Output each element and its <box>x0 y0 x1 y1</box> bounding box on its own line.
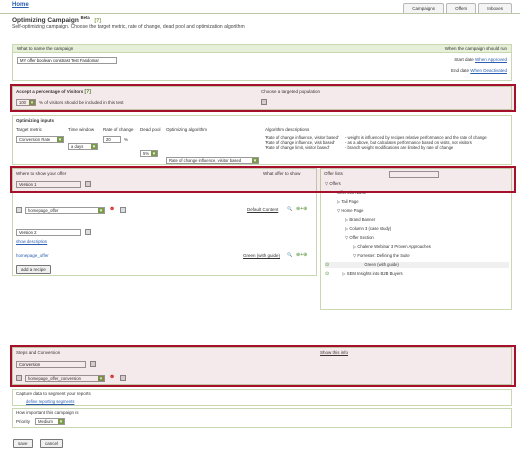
visitors-panel: Accept a percentage of Visitors [?] Choo… <box>12 86 512 110</box>
col-rate-label: Rate of change <box>103 127 134 132</box>
tab-inboxes[interactable]: Inboxes <box>478 3 512 13</box>
add-recipe-button[interactable]: add a recipe <box>16 265 51 274</box>
optimizing-inputs-label: Optimizing inputs <box>16 118 54 123</box>
trash-icon[interactable] <box>85 181 91 187</box>
tree-item-forrester[interactable]: ▽ Forrester: Defining the Suite <box>353 253 410 258</box>
version1-input[interactable]: Version 1 <box>16 181 81 188</box>
grid-icon[interactable] <box>120 207 126 213</box>
tree-item-offer-list-name[interactable]: Offer List Name <box>337 190 366 195</box>
offer-search-input[interactable] <box>389 171 439 178</box>
beta-badge: Beta <box>80 15 90 20</box>
page-subtitle: Self-optimizing campaign. Choose the tar… <box>12 24 245 30</box>
cancel-button[interactable]: cancel <box>40 439 64 448</box>
tree-item-green-guide[interactable]: ⊙ Green (with guide) <box>325 262 509 268</box>
algorithm-select[interactable]: Rate of change influence, visitor based <box>166 157 259 164</box>
segment-label: Capture data to segment your reports <box>16 391 91 396</box>
version2-input[interactable]: Version 2 <box>16 229 81 236</box>
start-date-link[interactable]: When Approved <box>475 57 507 62</box>
steps-panel: Steps and Conversion Show this info Conv… <box>12 347 512 385</box>
tree-item-tail-page[interactable]: ▷ Tail Page <box>337 199 359 204</box>
col-algo-label: Optimizing algorithm <box>166 127 208 132</box>
tree-item-offer-section[interactable]: ▽ Offer Section <box>345 235 374 240</box>
population-label: Choose a targeted population <box>261 89 321 94</box>
where-offer-panel: Where to show your offer What offer to s… <box>12 168 317 276</box>
tree-item-offers[interactable]: ▽ Offers <box>325 181 341 186</box>
offer1-select[interactable]: homepage_offer <box>25 207 105 214</box>
time-window-select[interactable]: a days <box>68 143 98 150</box>
show-description-link[interactable]: show description <box>16 239 47 244</box>
end-date-link[interactable]: When Deactivated <box>470 68 507 73</box>
col-dead-label: Dead pool <box>140 127 161 132</box>
visitors-label: Accept a percentage of Visitors [?] <box>16 89 91 95</box>
what-offer-label: What offer to show <box>263 171 301 176</box>
campaign-name-input[interactable]: MY offer boolean constrast Test Fandomar <box>17 57 117 64</box>
page-title: Optimizing Campaign Beta [?] <box>12 15 101 24</box>
steps-label: Steps and Conversion <box>16 350 61 355</box>
remove-icon[interactable]: ⊗ <box>110 206 114 212</box>
algo-desc-row: 'Rate of change limit, visitor based' - … <box>265 145 454 150</box>
end-date-row: End date When Deactivated <box>451 68 507 73</box>
settings-icon[interactable] <box>90 361 96 367</box>
define-segments-link[interactable]: define reporting segments <box>26 399 74 404</box>
col-desc-label: Algorithm descriptions <box>265 127 310 132</box>
algorithm-descriptions: 'Rate of change influence, visitor based… <box>265 135 509 150</box>
home-link[interactable]: Home <box>12 2 29 8</box>
target-metric-select[interactable]: Conversion Rate <box>16 136 64 143</box>
main-tabs: Campaigns Offers Inboxes <box>403 3 512 13</box>
offer-list-panel: Offer lists ▽ Offers Offer List Name ▷ T… <box>320 168 512 310</box>
green-guide-link[interactable]: Green (with guide) <box>243 253 280 258</box>
tree-item-brand-banner[interactable]: ▷ Brand Banner <box>345 217 375 222</box>
tab-campaigns[interactable]: Campaigns <box>403 3 445 13</box>
visitor-percent-select[interactable]: 100 <box>16 99 36 106</box>
tree-item-home-page[interactable]: ▽ Home Page <box>337 208 364 213</box>
priority-panel: How important this campaign is Priority … <box>12 408 512 428</box>
col-target-label: Target metric <box>16 127 43 132</box>
col-window-label: Time window <box>68 127 95 132</box>
trash-icon[interactable] <box>85 229 91 235</box>
offer2-text[interactable]: homepage_offer <box>16 253 49 258</box>
conversion-input[interactable]: Conversion <box>16 361 86 368</box>
tree-item-sem-insights[interactable]: ⊙ ▷ SEM Insights into B2B Buyers <box>325 271 403 277</box>
optimizing-inputs-panel: Optimizing inputs Target metric Time win… <box>12 115 512 165</box>
segment-panel: Capture data to segment your reports def… <box>12 389 512 406</box>
rate-of-change-input[interactable]: 20 <box>103 136 121 143</box>
save-button[interactable]: save <box>13 439 33 448</box>
offer-list-header: Offer lists <box>324 171 343 176</box>
show-info-link[interactable]: Show this info <box>320 350 348 355</box>
population-picker-icon[interactable] <box>261 99 267 105</box>
preview-icon[interactable]: 🔍 <box>287 206 292 212</box>
default-content-link[interactable]: Default Content <box>247 207 278 212</box>
help-icon[interactable]: [?] <box>84 89 90 95</box>
tree-item-column-3[interactable]: ▷ Column 3 (case study) <box>345 226 391 231</box>
end-date-label: End date <box>450 68 469 73</box>
campaign-run-label: When the campaign should run <box>444 46 507 51</box>
where-offer-label: Where to show your offer <box>16 171 67 176</box>
conversion-offer-select[interactable]: homepage_offer_conversion <box>25 375 105 382</box>
rate-unit: % <box>124 137 129 142</box>
checkbox-icon[interactable] <box>16 207 22 213</box>
campaign-name-label: What to name the campaign <box>17 46 74 51</box>
tree-item-chalene-webinar[interactable]: ▷ Chalene Webinar 3 Proven Approaches <box>353 244 431 249</box>
add-icon[interactable]: ⊕+⊕ <box>296 206 307 212</box>
campaign-name-header: What to name the campaign When the campa… <box>13 45 511 53</box>
grid-icon[interactable] <box>120 375 126 381</box>
start-date-row: Start date When Approved <box>454 57 507 62</box>
priority-label: Priority <box>16 419 31 424</box>
checkbox-icon[interactable] <box>16 375 22 381</box>
visitor-percent-text: % of visitors should be included in this… <box>39 100 124 105</box>
priority-select[interactable]: Medium <box>35 418 65 425</box>
tab-offers[interactable]: Offers <box>446 3 477 13</box>
campaign-name-panel: What to name the campaign When the campa… <box>12 44 512 81</box>
start-date-label: Start date <box>454 57 474 62</box>
add-icon[interactable]: ⊕+⊕ <box>296 252 307 258</box>
dead-pool-select[interactable]: 5% <box>140 150 158 157</box>
remove-icon[interactable]: ⊗ <box>110 374 114 380</box>
priority-section-label: How important this campaign is <box>16 410 79 415</box>
preview-icon[interactable]: 🔍 <box>287 252 292 258</box>
